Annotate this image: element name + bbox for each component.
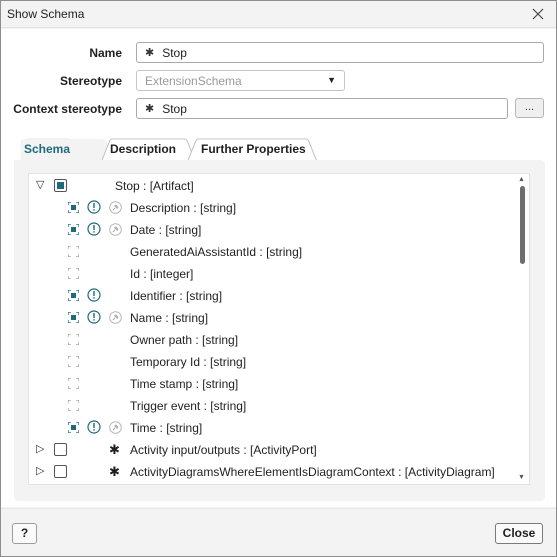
- tree-row-label: Temporary Id : [string]: [130, 355, 247, 369]
- attribute-selected-icon[interactable]: [67, 421, 80, 436]
- tree-row-label: Name : [string]: [130, 311, 209, 325]
- tree-row[interactable]: ▽ Stop : [Artifact]: [29, 175, 519, 197]
- tree-row[interactable]: Description : [string]: [29, 197, 519, 219]
- window-title: Show Schema: [7, 7, 85, 21]
- attribute-selected-icon[interactable]: [67, 223, 80, 238]
- attribute-unselected-icon[interactable]: [67, 377, 80, 392]
- tree-row[interactable]: Owner path : [string]: [29, 329, 519, 351]
- close-icon: [532, 8, 544, 20]
- name-value: Stop: [162, 45, 187, 60]
- name-field[interactable]: ✱ Stop: [136, 42, 544, 63]
- tab-further-properties[interactable]: Further Properties: [201, 138, 306, 160]
- attribute-selected-icon[interactable]: [67, 201, 80, 216]
- tree-row-label: Id : [integer]: [130, 267, 194, 281]
- dialog-content: Name ✱ Stop Stereotype ExtensionSchema ▼…: [1, 29, 556, 507]
- pin-icon[interactable]: [109, 421, 122, 437]
- attribute-selected-icon[interactable]: [67, 311, 80, 326]
- show-schema-dialog: Show Schema Name ✱ Stop Stereotype Exten…: [0, 0, 557, 557]
- relation-asterisk-icon: ✱: [109, 442, 120, 457]
- tree-checkbox[interactable]: [54, 465, 67, 478]
- schema-tab-panel: ▽ Stop : [Artifact] Description : [string]…: [14, 160, 545, 501]
- pin-icon[interactable]: [109, 311, 122, 327]
- stereotype-value: ExtensionSchema: [145, 73, 242, 88]
- vertical-scrollbar[interactable]: ▲ ▼: [515, 174, 529, 484]
- tree-row[interactable]: Identifier : [string]: [29, 285, 519, 307]
- help-button[interactable]: ?: [12, 523, 37, 544]
- expand-down-icon[interactable]: ▽: [36, 178, 44, 191]
- pin-icon[interactable]: [109, 223, 122, 239]
- required-icon: [87, 310, 101, 327]
- attribute-unselected-icon[interactable]: [67, 267, 80, 282]
- tree-row-label: Time : [string]: [130, 421, 203, 435]
- attribute-unselected-icon[interactable]: [67, 333, 80, 348]
- tree-row[interactable]: Temporary Id : [string]: [29, 351, 519, 373]
- attribute-unselected-icon[interactable]: [67, 355, 80, 370]
- tree-row[interactable]: ▷ ✱ ActivityDiagramsWhereElementIsDiagramC…: [29, 461, 519, 483]
- tree-row-label: Activity input/outputs : [ActivityPort]: [130, 443, 317, 457]
- asterisk-icon: ✱: [145, 47, 155, 59]
- tree-row-label: Stop : [Artifact]: [115, 179, 194, 193]
- expand-right-icon[interactable]: ▷: [36, 464, 44, 477]
- title-bar: Show Schema: [1, 1, 556, 28]
- browse-button[interactable]: ...: [515, 98, 544, 118]
- tree-row-label: Trigger event : [string]: [130, 399, 247, 413]
- tree-row[interactable]: Trigger event : [string]: [29, 395, 519, 417]
- tab-description[interactable]: Description: [110, 138, 176, 160]
- tree-row[interactable]: Time : [string]: [29, 417, 519, 439]
- stereotype-dropdown[interactable]: ExtensionSchema ▼: [136, 70, 345, 91]
- schema-tree[interactable]: ▽ Stop : [Artifact] Description : [string]…: [28, 173, 530, 485]
- attribute-unselected-icon[interactable]: [67, 399, 80, 414]
- indeterminate-mark: [57, 182, 64, 189]
- required-icon: [87, 222, 101, 239]
- required-icon: [87, 200, 101, 217]
- scroll-up-icon[interactable]: ▲: [518, 176, 525, 183]
- relation-asterisk-icon: ✱: [109, 464, 120, 479]
- attribute-unselected-icon[interactable]: [67, 245, 80, 260]
- context-stereotype-label: Context stereotype: [13, 102, 122, 116]
- pin-icon[interactable]: [109, 201, 122, 217]
- required-icon: [87, 288, 101, 305]
- tree-row-label: ActivityDiagramsWhereElementIsDiagramCon…: [130, 465, 495, 479]
- name-label: Name: [89, 46, 122, 60]
- tree-row-label: Identifier : [string]: [130, 289, 223, 303]
- expand-right-icon[interactable]: ▷: [36, 442, 44, 455]
- stereotype-label: Stereotype: [59, 74, 122, 88]
- dialog-footer: ? Close: [1, 508, 556, 556]
- tree-checkbox[interactable]: [54, 443, 67, 456]
- tree-checkbox[interactable]: [54, 179, 67, 192]
- tree-row[interactable]: ▷ ✱ Activity input/outputs : [ActivityPort…: [29, 439, 519, 461]
- tree-row-label: Description : [string]: [130, 201, 237, 215]
- scrollbar-thumb[interactable]: [520, 186, 525, 264]
- tree-row[interactable]: Id : [integer]: [29, 263, 519, 285]
- required-icon: [87, 420, 101, 437]
- attribute-selected-icon[interactable]: [67, 289, 80, 304]
- tab-schema[interactable]: Schema: [24, 138, 71, 160]
- asterisk-icon: ✱: [145, 103, 155, 115]
- tree-row[interactable]: Time stamp : [string]: [29, 373, 519, 395]
- tree-row-label: Owner path : [string]: [130, 333, 239, 347]
- context-stereotype-value: Stop: [162, 101, 187, 116]
- tree-row-label: Time stamp : [string]: [130, 377, 239, 391]
- tree-row[interactable]: Name : [string]: [29, 307, 519, 329]
- close-button[interactable]: Close: [495, 523, 543, 544]
- scroll-down-icon[interactable]: ▼: [518, 474, 525, 481]
- tree-row-label: Date : [string]: [130, 223, 202, 237]
- tree-row-label: GeneratedAiAssistantId : [string]: [130, 245, 303, 259]
- dropdown-arrow-icon: ▼: [327, 75, 336, 85]
- tree-row[interactable]: Date : [string]: [29, 219, 519, 241]
- tree-row[interactable]: GeneratedAiAssistantId : [string]: [29, 241, 519, 263]
- context-stereotype-field[interactable]: ✱ Stop: [136, 98, 508, 119]
- window-close-button[interactable]: [526, 4, 550, 24]
